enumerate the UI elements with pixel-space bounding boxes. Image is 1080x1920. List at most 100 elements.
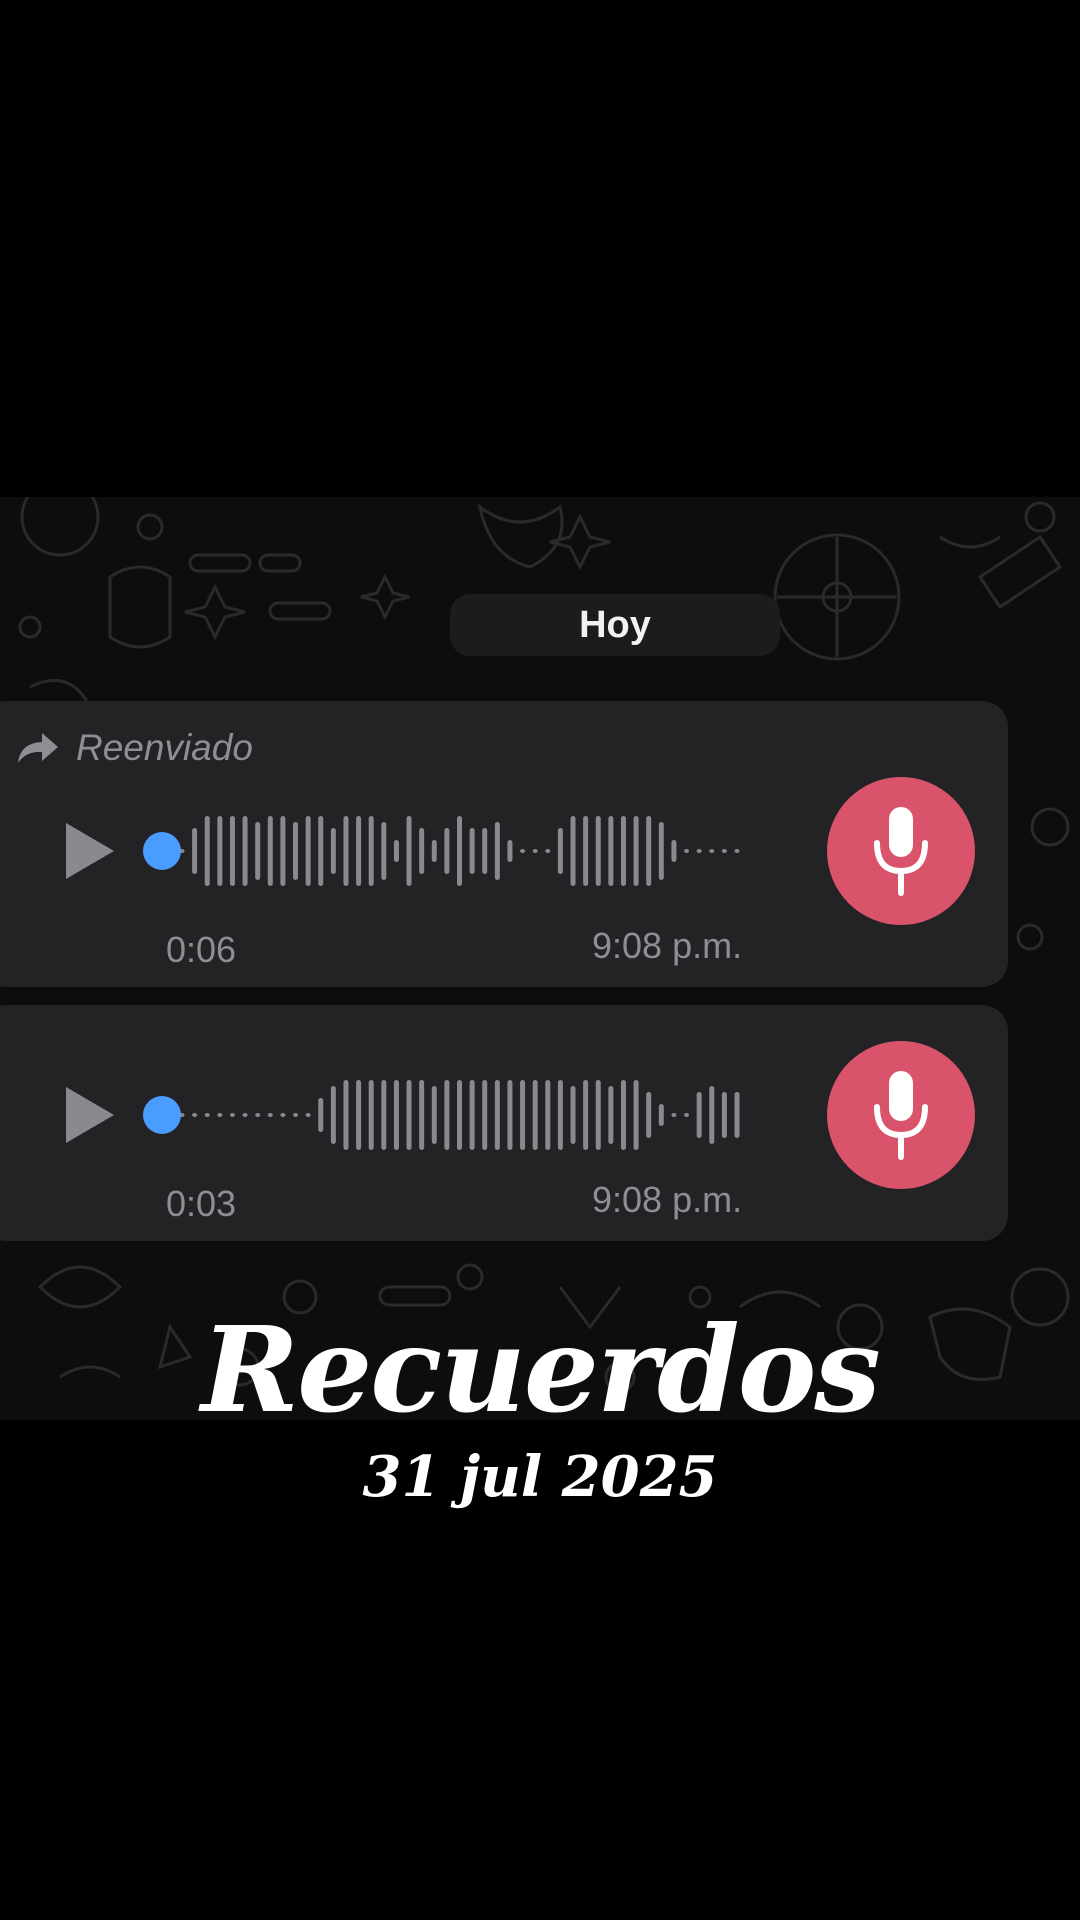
voice-message[interactable]: 0:03 9:08 p.m. <box>0 1005 1008 1241</box>
waveform-bar <box>419 1080 425 1150</box>
waveform-bar <box>595 1080 601 1150</box>
waveform-bar <box>343 816 349 886</box>
waveform-bar <box>494 1080 500 1150</box>
waveform-bar <box>444 1080 450 1150</box>
waveform-bar <box>318 816 324 886</box>
waveform-bar <box>721 849 727 853</box>
waveform-bar <box>381 1080 387 1150</box>
waveform-bar <box>204 816 210 886</box>
waveform-bar <box>545 849 551 853</box>
voice-message[interactable]: Reenviado 0:06 9:08 p.m. <box>0 701 1008 987</box>
waveform-bar <box>330 828 336 874</box>
waveform-bar <box>608 1086 614 1144</box>
waveform-bar <box>570 1086 576 1144</box>
waveform-bar <box>255 822 261 880</box>
waveform-bar <box>229 816 235 886</box>
waveform-bar <box>696 1092 702 1138</box>
date-chip: Hoy <box>450 594 780 656</box>
waveform-bar <box>406 816 412 886</box>
waveform-bar <box>532 1080 538 1150</box>
waveform-bar <box>192 1113 198 1117</box>
waveform-bar <box>280 1113 286 1117</box>
forwarded-text: Reenviado <box>76 727 253 768</box>
playback-progress-dot[interactable] <box>143 1096 181 1134</box>
waveform-bar <box>494 822 500 880</box>
waveform-bar <box>368 1080 374 1150</box>
mic-icon <box>874 807 928 896</box>
waveform-bar <box>684 849 690 853</box>
waveform-bar <box>419 828 425 874</box>
voice-note-avatar <box>827 777 975 925</box>
waveform-bar <box>368 816 374 886</box>
waveform-bar <box>595 816 601 886</box>
waveform-bar <box>255 1113 261 1117</box>
waveform-bar <box>545 1080 551 1150</box>
waveform-bar <box>192 828 198 874</box>
chat-area: Hoy Reenviado 0:06 9:08 p.m. 0:03 9:08 p… <box>0 497 1080 1420</box>
waveform-bar <box>557 1080 563 1150</box>
waveform-bar <box>469 1080 475 1150</box>
waveform-bar <box>293 1113 299 1117</box>
caption-title: Recuerdos <box>201 1300 881 1439</box>
waveform-bar <box>507 840 513 862</box>
waveform-bar <box>444 828 450 874</box>
waveform-bar <box>393 1080 399 1150</box>
waveform-bar <box>734 1092 740 1138</box>
waveform-bar <box>709 849 715 853</box>
waveform-bar <box>457 816 462 886</box>
waveform-bar <box>671 840 677 862</box>
waveform-bar <box>520 1080 526 1150</box>
voice-duration: 0:06 <box>166 929 237 970</box>
waveform-bar <box>356 1080 362 1150</box>
waveform-bar <box>721 1092 727 1138</box>
waveform-bar <box>696 849 702 853</box>
waveform-bar <box>646 1092 652 1138</box>
waveform-bar <box>356 816 362 886</box>
waveform-bar <box>204 1113 210 1117</box>
message-timestamp: 9:08 p.m. <box>592 1179 743 1220</box>
waveform-bar <box>620 1080 626 1150</box>
waveform-bar <box>570 816 576 886</box>
waveform-bar <box>305 816 311 886</box>
voice-note-avatar <box>827 1041 975 1189</box>
waveform-bar <box>532 849 538 853</box>
playback-progress-dot[interactable] <box>143 832 181 870</box>
message-timestamp: 9:08 p.m. <box>592 925 743 966</box>
waveform-bar <box>658 822 664 880</box>
waveform-bar <box>709 1086 715 1144</box>
waveform-bar <box>734 849 740 853</box>
waveform-bar <box>431 840 437 862</box>
forwarded-label: Reenviado <box>16 727 253 769</box>
waveform-bar <box>381 822 387 880</box>
waveform-bar <box>267 816 273 886</box>
waveform-bar <box>229 1113 235 1117</box>
voice-duration: 0:03 <box>166 1183 237 1224</box>
audio-waveform[interactable] <box>142 1075 742 1155</box>
waveform-bar <box>482 1080 488 1150</box>
waveform-bar <box>583 1080 589 1150</box>
waveform-bar <box>457 1080 462 1150</box>
play-icon[interactable] <box>62 821 118 881</box>
waveform-bar <box>507 1080 513 1150</box>
mic-icon <box>874 1071 928 1160</box>
waveform-bar <box>293 822 299 880</box>
play-icon[interactable] <box>62 1085 118 1145</box>
audio-waveform[interactable] <box>142 811 742 891</box>
waveform-bar <box>658 1104 664 1126</box>
waveform-bar <box>633 816 639 886</box>
waveform-bar <box>393 840 399 862</box>
waveform-bar <box>217 816 223 886</box>
waveform-bar <box>684 1113 690 1117</box>
waveform-bar <box>431 1086 437 1144</box>
waveform-bar <box>520 849 526 853</box>
waveform-bar <box>557 828 563 874</box>
waveform-bar <box>406 1080 412 1150</box>
waveform-bar <box>608 816 614 886</box>
waveform-bar <box>343 1080 349 1150</box>
waveform-bar <box>217 1113 223 1117</box>
waveform-bar <box>330 1086 336 1144</box>
waveform-bar <box>469 828 475 874</box>
waveform-bar <box>671 1113 677 1117</box>
caption-date: 31 jul 2025 <box>362 1444 718 1510</box>
waveform-bar <box>583 816 589 886</box>
